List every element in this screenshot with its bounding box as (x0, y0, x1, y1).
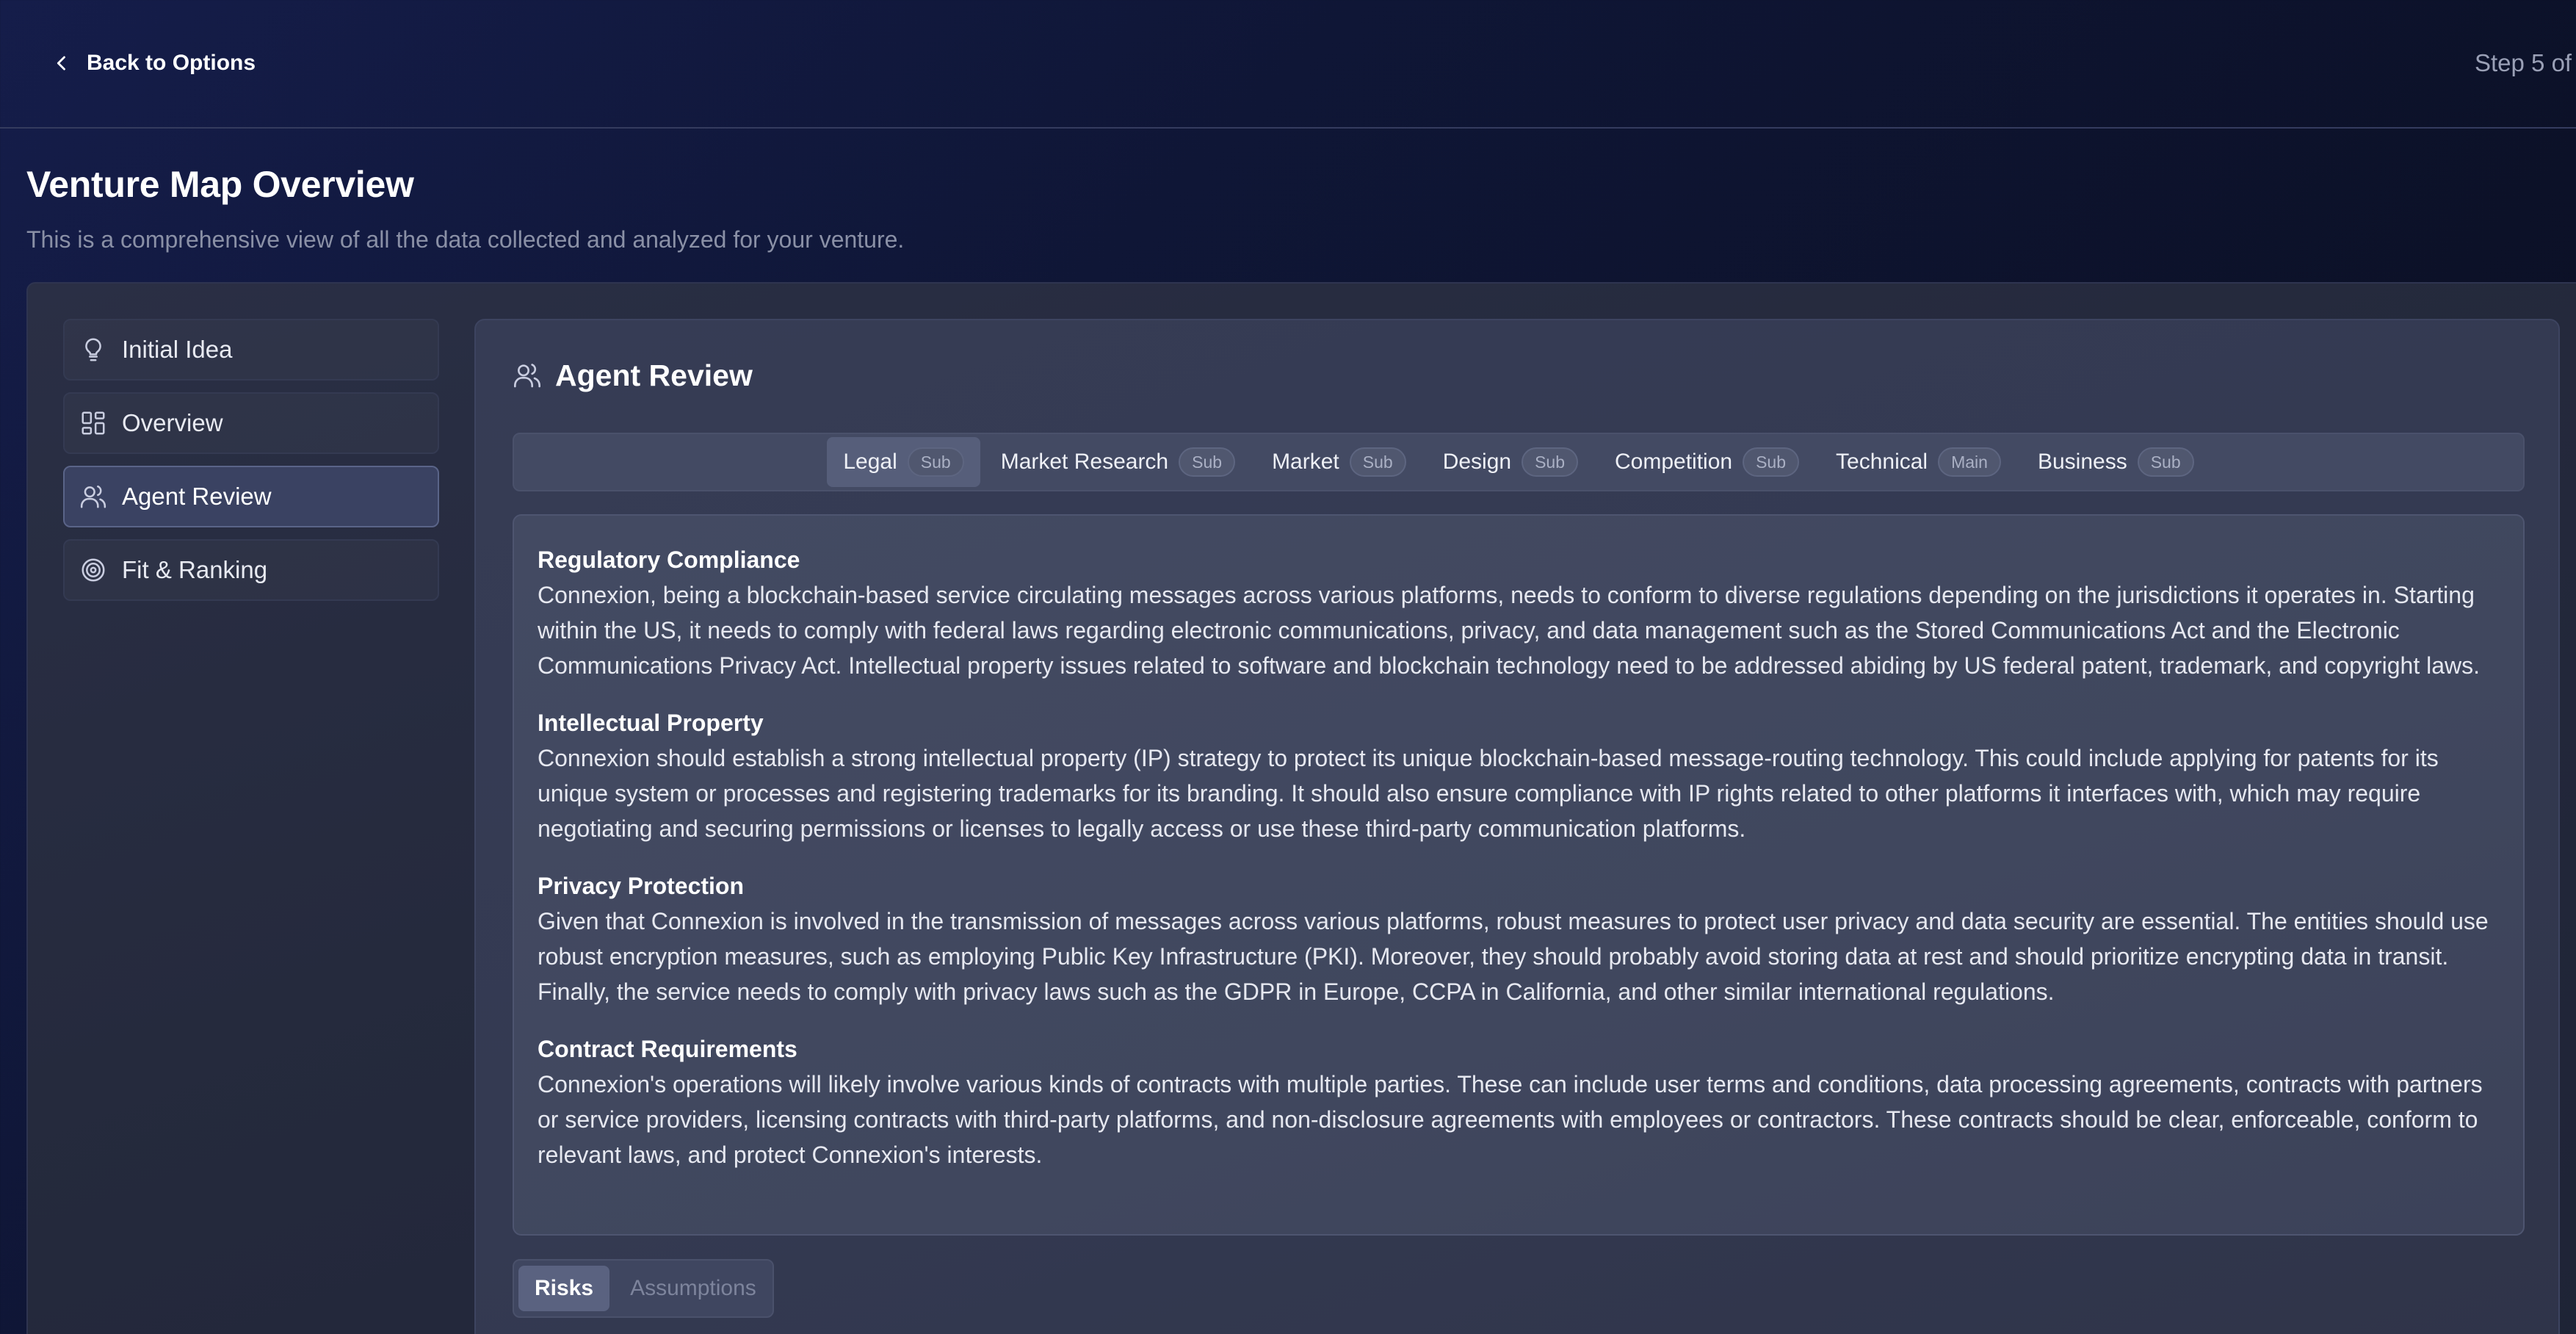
lightbulb-icon (85, 338, 101, 361)
card-header: Agent Review (513, 357, 753, 394)
tab-badge: Sub (1522, 447, 1579, 477)
tab-badge: Sub (2137, 447, 2194, 477)
page-subtitle: This is a comprehensive view of all the … (26, 226, 905, 253)
sidebar-item-agent-review[interactable]: Agent Review (63, 466, 439, 527)
tab-label: Market (1272, 450, 1339, 474)
section-title: Regulatory Compliance (538, 547, 800, 573)
tab-label: Market Research (1000, 450, 1169, 474)
section-title: Privacy Protection (538, 873, 744, 899)
step-indicator: Step 5 of (2475, 49, 2572, 76)
tab-assumptions[interactable]: Assumptions (614, 1266, 773, 1311)
tab-badge: Sub (907, 447, 964, 477)
top-bar: Back to Options Step 5 of (0, 0, 2576, 129)
users-icon (80, 485, 106, 508)
tab-legal[interactable]: Legal Sub (827, 437, 980, 487)
tab-market-research[interactable]: Market Research Sub (985, 437, 1251, 487)
sidebar-item-label: Agent Review (122, 483, 272, 510)
tab-label: Technical (1836, 450, 1928, 474)
tab-badge: Sub (1743, 447, 1800, 477)
section-intellectual-property: Intellectual Property Connexion should e… (538, 705, 2500, 846)
tab-badge: Sub (1349, 447, 1406, 477)
agent-tabs: Legal Sub Market Research Sub Market Sub… (513, 433, 2525, 491)
tab-label: Business (2037, 450, 2127, 474)
tab-label: Competition (1615, 450, 1733, 474)
dashboard-icon (82, 411, 105, 435)
risk-assumption-tabs: Risks Assumptions (513, 1259, 774, 1318)
tab-market[interactable]: Market Sub (1256, 437, 1422, 487)
section-contract-requirements: Contract Requirements Connexion's operat… (538, 1031, 2500, 1172)
section-title: Intellectual Property (538, 710, 764, 736)
section-privacy-protection: Privacy Protection Given that Connexion … (538, 868, 2500, 1009)
back-label: Back to Options (87, 51, 256, 75)
section-body: Given that Connexion is involved in the … (538, 908, 2489, 1005)
tab-badge: Sub (1179, 447, 1236, 477)
sidebar-item-initial-idea[interactable]: Initial Idea (63, 319, 439, 381)
section-body: Connexion should establish a strong inte… (538, 745, 2439, 842)
tab-label: Legal (843, 450, 897, 474)
sidebar-item-overview[interactable]: Overview (63, 392, 439, 454)
tab-competition[interactable]: Competition Sub (1599, 437, 1815, 487)
card-title: Agent Review (555, 358, 753, 392)
tab-technical[interactable]: Technical Main (1820, 437, 2017, 487)
sidebar-item-label: Fit & Ranking (122, 556, 268, 583)
sidebar-item-label: Overview (122, 409, 223, 436)
target-icon (82, 558, 105, 582)
section-regulatory-compliance: Regulatory Compliance Connexion, being a… (538, 542, 2500, 683)
tab-business[interactable]: Business Sub (2022, 437, 2210, 487)
legal-review-content: Regulatory Compliance Connexion, being a… (513, 514, 2525, 1236)
section-title: Contract Requirements (538, 1036, 797, 1062)
sidebar-item-label: Initial Idea (122, 336, 233, 363)
tab-label: Design (1442, 450, 1512, 474)
section-body: Connexion's operations will likely invol… (538, 1071, 2483, 1168)
chevron-left-icon (57, 56, 65, 71)
back-to-options-link[interactable]: Back to Options (51, 47, 256, 79)
page-title: Venture Map Overview (26, 164, 414, 205)
tab-risks[interactable]: Risks (518, 1266, 610, 1311)
users-icon (514, 364, 540, 388)
tab-design[interactable]: Design Sub (1427, 437, 1594, 487)
sidebar-nav: Initial Idea Overview Agent Review Fit &… (63, 319, 439, 601)
section-body: Connexion, being a blockchain-based serv… (538, 582, 2481, 679)
sidebar-item-fit-ranking[interactable]: Fit & Ranking (63, 539, 439, 601)
agent-review-card: Agent Review Legal Sub Market Research S… (474, 319, 2560, 1334)
tab-badge: Main (1938, 447, 2001, 477)
